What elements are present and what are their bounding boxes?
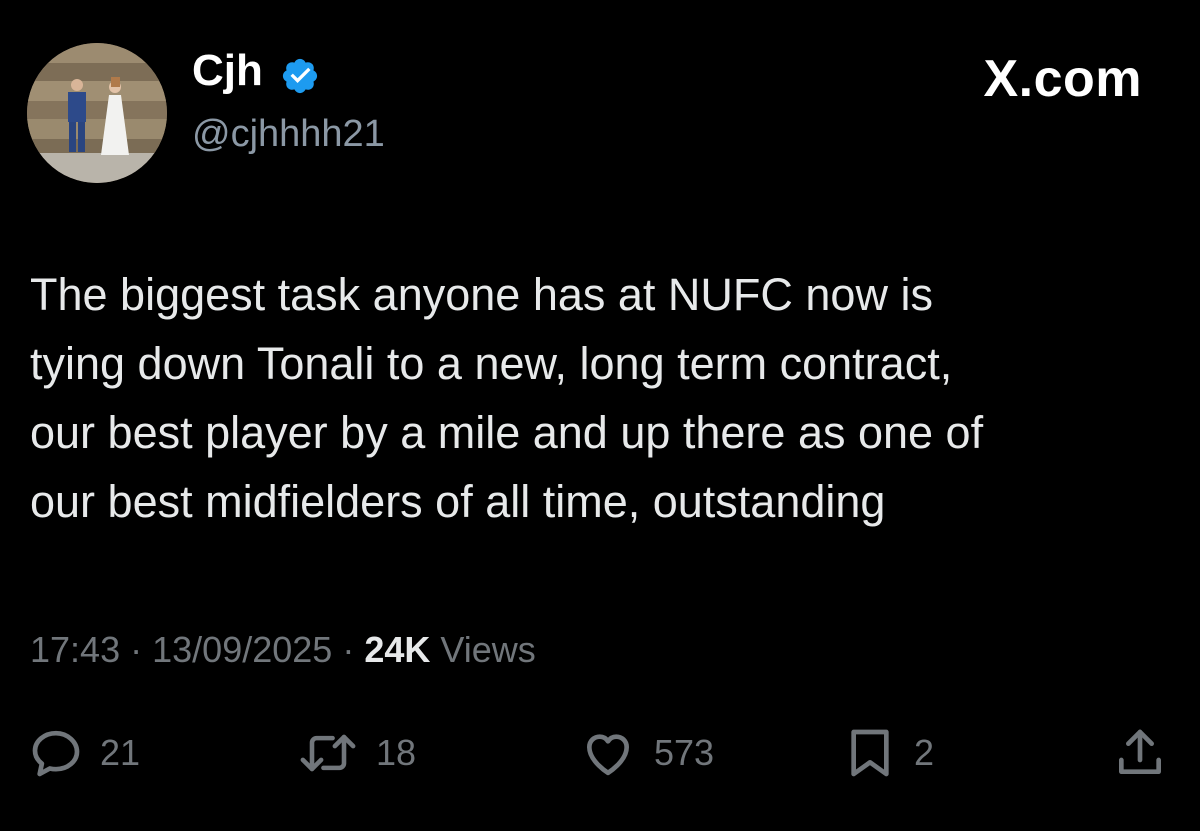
like-icon	[587, 734, 629, 776]
repost-count: 18	[376, 732, 417, 773]
repost-icon	[300, 734, 356, 772]
bookmark-count: 2	[914, 732, 935, 773]
avatar[interactable]	[27, 43, 167, 183]
verified-badge-icon	[282, 58, 318, 94]
meta-separator: ·	[130, 629, 143, 670]
reply-button[interactable]: 21	[28, 725, 140, 781]
like-count: 573	[654, 732, 715, 773]
like-button[interactable]: 573	[578, 725, 714, 781]
views-count: 24K	[364, 629, 431, 670]
reply-icon	[32, 730, 80, 777]
views-label: Views	[440, 629, 536, 670]
tweet-time[interactable]: 17:43	[30, 629, 120, 670]
tweet-meta: 17:43 · 13/09/2025 · 24K Views	[30, 632, 536, 668]
tweet-line: The biggest task anyone has at NUFC now …	[30, 269, 933, 320]
tweet-line: tying down Tonali to a new, long term co…	[30, 338, 953, 389]
tweet-line: our best midfielders of all time, outsta…	[30, 476, 886, 527]
user-handle[interactable]: @cjhhhh21	[192, 115, 385, 153]
bookmark-button[interactable]: 2	[842, 725, 934, 781]
repost-button[interactable]: 18	[296, 725, 416, 781]
share-button[interactable]	[1112, 725, 1168, 781]
brand-label: X.com	[983, 50, 1142, 108]
bookmark-icon	[851, 729, 889, 777]
meta-separator: ·	[342, 629, 355, 670]
share-icon	[1119, 729, 1161, 774]
reply-count: 21	[100, 732, 141, 773]
tweet-line: our best player by a mile and up there a…	[30, 407, 984, 458]
tweet-text: The biggest task anyone has at NUFC now …	[30, 260, 1180, 536]
tweet-date[interactable]: 13/09/2025	[152, 629, 332, 670]
display-name[interactable]: Cjh	[192, 49, 263, 93]
